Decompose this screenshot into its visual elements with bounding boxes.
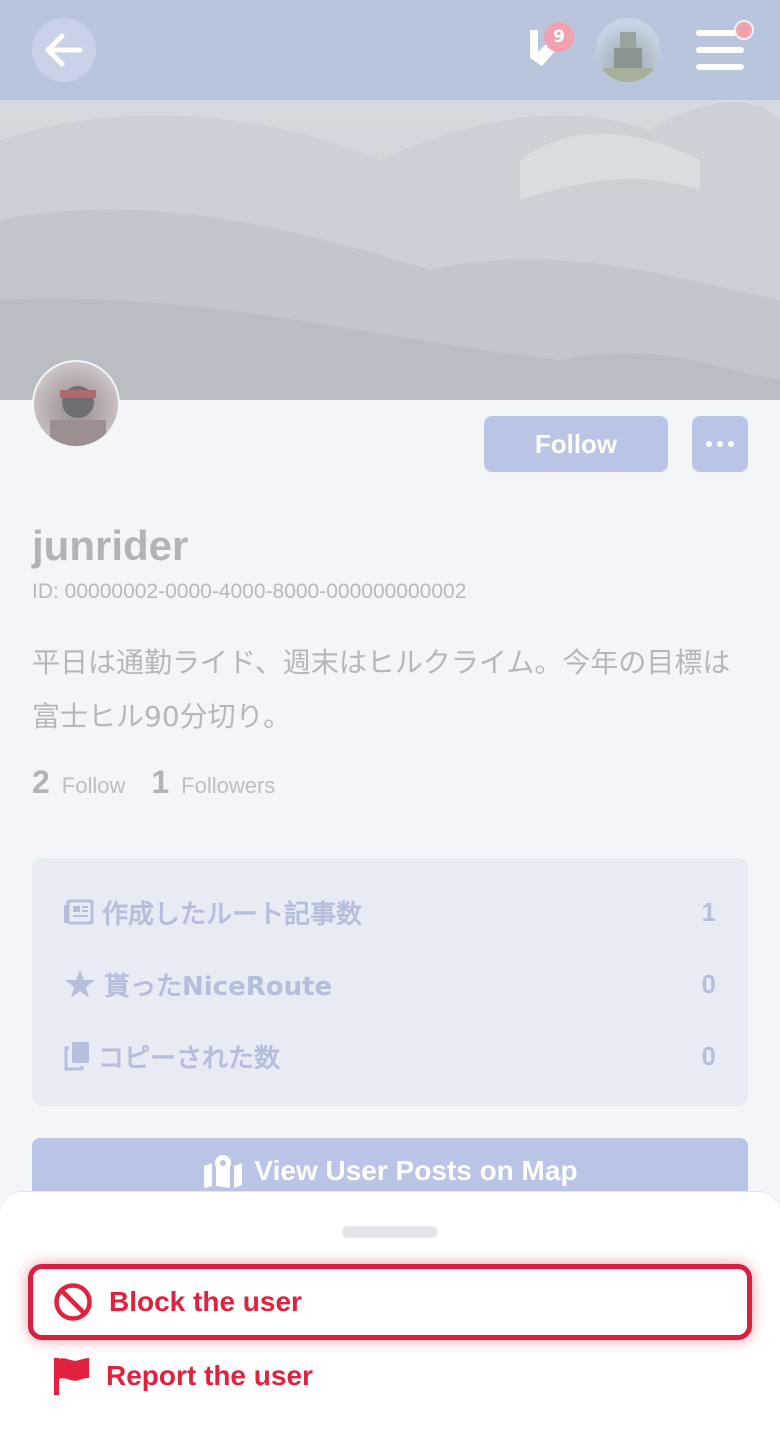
following-label[interactable]: Follow (62, 773, 126, 799)
stat-label: 作成したルート記事数 (102, 899, 363, 930)
notification-badge: 9 (544, 22, 574, 52)
stat-value: 0 (701, 1040, 716, 1071)
action-bottom-sheet: Block the user Report the user (0, 1192, 780, 1440)
report-user-button[interactable]: Report the user (52, 1356, 313, 1396)
avatar-image (596, 32, 660, 82)
stat-value: 0 (701, 968, 716, 999)
article-icon (64, 899, 94, 925)
follow-counts: 2 Follow 1 Followers (32, 764, 301, 801)
ban-icon (54, 1283, 92, 1321)
star-icon (65, 970, 95, 998)
cover-image (0, 100, 780, 400)
sheet-drag-handle[interactable] (342, 1226, 438, 1238)
ellipsis-icon (706, 441, 712, 447)
menu-notification-dot (734, 20, 754, 40)
more-options-button[interactable] (692, 416, 748, 472)
map-marker-icon (204, 1155, 243, 1188)
stat-row-routes: 作成したルート記事数 1 (64, 892, 716, 932)
followers-label[interactable]: Followers (181, 773, 275, 799)
flag-icon (54, 1358, 89, 1395)
report-user-label: Report the user (106, 1360, 313, 1391)
stat-row-copied: コピーされた数 0 (64, 1036, 716, 1076)
copy-icon (64, 1042, 89, 1071)
arrow-left-icon (45, 33, 83, 67)
stat-value: 1 (701, 896, 716, 927)
top-bar: 9 (0, 0, 780, 100)
stats-panel: 作成したルート記事数 1 貰ったNiceRoute 0 コピーされた数 0 (32, 858, 748, 1106)
block-user-button[interactable]: Block the user (28, 1264, 752, 1340)
follow-button[interactable]: Follow (484, 416, 668, 472)
user-id: ID: 00000002-0000-4000-8000-000000000002 (32, 580, 467, 603)
following-count[interactable]: 2 (32, 764, 50, 801)
stat-label: 貰ったNiceRoute (104, 971, 333, 1002)
stat-label: コピーされた数 (98, 1043, 281, 1074)
back-button[interactable] (32, 18, 96, 82)
followers-count[interactable]: 1 (151, 764, 169, 801)
block-user-label: Block the user (109, 1286, 302, 1317)
profile-avatar (32, 360, 120, 448)
user-bio: 平日は通勤ライド、週末はヒルクライム。今年の目標は富士ヒル90分切り。 (32, 646, 731, 733)
username: junrider (32, 522, 189, 569)
map-button-label: View User Posts on Map (254, 1155, 578, 1186)
user-avatar[interactable] (596, 18, 660, 82)
stat-row-nice-route: 貰ったNiceRoute 0 (64, 964, 716, 1004)
